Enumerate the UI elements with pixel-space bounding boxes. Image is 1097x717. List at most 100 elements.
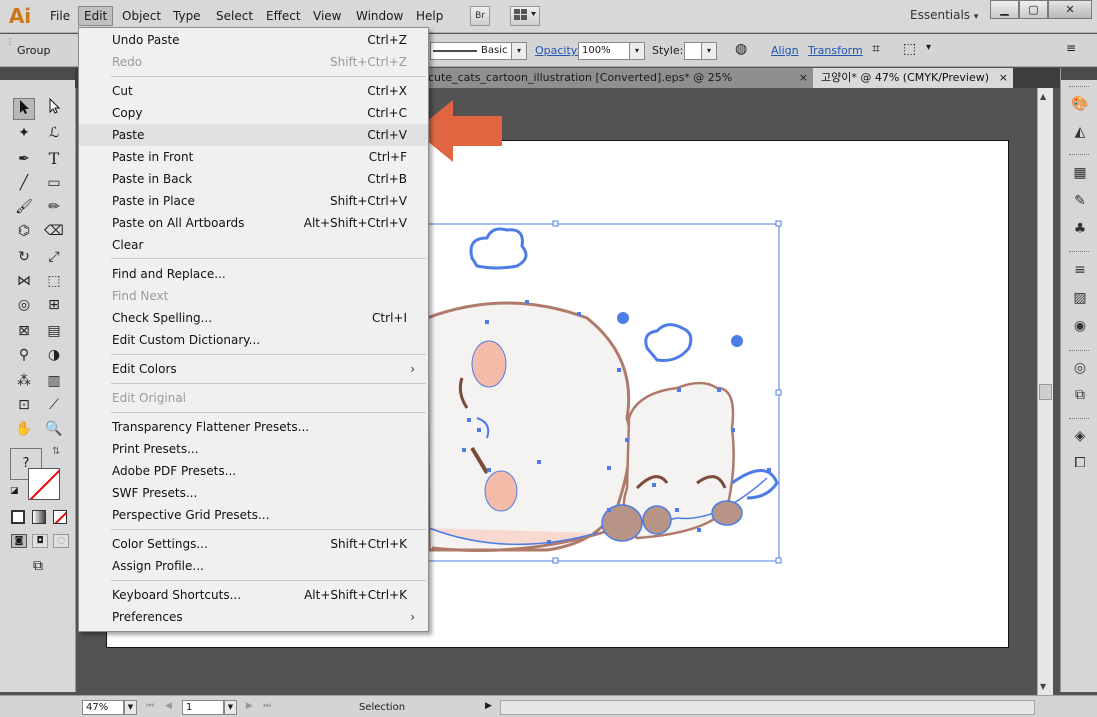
hand-tool-icon[interactable]: ✋ [13,418,35,440]
menu-item-undo-paste[interactable]: Undo Paste Ctrl+Z [79,29,428,51]
menu-effect[interactable]: Effect [261,6,306,26]
transform-link[interactable]: Transform [808,44,863,57]
menu-object[interactable]: Object [117,6,166,26]
lasso-tool-icon[interactable]: ℒ [43,122,65,144]
align-link[interactable]: Align [771,44,799,57]
selection-tool-icon[interactable] [13,98,35,120]
panel-grip[interactable] [1069,418,1089,421]
symbols-icon[interactable]: ♣ [1071,220,1089,238]
menu-item-edit-custom-dictionary[interactable]: Edit Custom Dictionary... [79,329,428,351]
scale-tool-icon[interactable]: ⤢ [43,246,65,268]
minimize-button[interactable]: ▁ [990,0,1019,19]
select-similar-dropdown[interactable]: ▾ [926,42,931,53]
select-similar-icon[interactable]: ⬚ [903,41,916,57]
panel-grip[interactable] [1069,86,1089,89]
width-tool-icon[interactable]: ⋈ [13,270,35,292]
artboard-dropdown[interactable]: ▼ [224,700,237,715]
style-swatch[interactable] [684,42,702,60]
artboards-icon[interactable]: ⧠ [1071,454,1089,472]
first-artboard-icon[interactable]: ⏮ [146,701,154,711]
pen-tool-icon[interactable]: ✒ [13,148,35,170]
menu-item-print-presets[interactable]: Print Presets... [79,438,428,460]
vertical-scrollbar[interactable]: ▲ ▼ [1037,88,1053,695]
draw-behind-icon[interactable]: ◘ [32,534,48,548]
menu-item-check-spelling[interactable]: Check Spelling... Ctrl+I [79,307,428,329]
opacity-link[interactable]: Opacity: [535,44,580,57]
arrange-documents-icon[interactable] [510,6,540,26]
tab-goyangi[interactable]: 고양이* @ 47% (CMYK/Preview) × [813,68,1013,88]
scroll-up-icon[interactable]: ▲ [1040,92,1046,101]
menu-type[interactable]: Type [168,6,206,26]
menu-item-swf-presets[interactable]: SWF Presets... [79,482,428,504]
menu-view[interactable]: View [308,6,346,26]
isolate-icon[interactable]: ⌗ [872,41,880,57]
magic-wand-tool-icon[interactable]: ✦ [13,122,35,144]
eyedropper-tool-icon[interactable]: ⚲ [13,344,35,366]
close-icon[interactable]: × [999,68,1008,88]
menu-item-paste[interactable]: Paste Ctrl+V [79,124,428,146]
default-colors-icon[interactable]: ◪ [10,486,19,496]
paintbrush-tool-icon[interactable]: 🖌 [13,196,35,218]
menu-item-preferences[interactable]: Preferences › [79,606,428,628]
close-icon[interactable]: × [799,68,808,88]
zoom-field[interactable]: 47% [82,700,124,715]
perspective-grid-tool-icon[interactable]: ⊞ [43,294,65,316]
menu-item-clear[interactable]: Clear [79,234,428,256]
rotate-tool-icon[interactable]: ↻ [13,246,35,268]
last-artboard-icon[interactable]: ⏭ [263,701,271,711]
zoom-tool-icon[interactable]: 🔍 [43,418,65,440]
symbol-sprayer-tool-icon[interactable]: ⁂ [13,370,35,392]
menu-item-copy[interactable]: Copy Ctrl+C [79,102,428,124]
opacity-dropdown[interactable]: ▾ [629,42,645,60]
style-dropdown[interactable]: ▾ [701,42,717,60]
panel-menu-icon[interactable]: ≡ [1066,41,1076,55]
menu-item-keyboard-shortcuts[interactable]: Keyboard Shortcuts... Alt+Shift+Ctrl+K [79,584,428,606]
transparency-icon[interactable]: ◉ [1071,317,1089,335]
shape-builder-tool-icon[interactable]: ◎ [13,294,35,316]
column-graph-tool-icon[interactable]: ▥ [43,370,65,392]
rectangle-tool-icon[interactable]: ▭ [43,172,65,194]
workspace-switcher[interactable]: Essentials ▾ [910,8,978,22]
next-artboard-icon[interactable]: ▶ [246,701,253,711]
stroke-swatch[interactable] [28,468,60,500]
slice-tool-icon[interactable]: ⟋ [43,394,65,416]
scroll-thumb[interactable] [1039,384,1052,400]
swatches-icon[interactable]: ▦ [1071,164,1089,182]
stroke-profile-field[interactable]: Basic [430,42,512,60]
menu-window[interactable]: Window [351,6,408,26]
recolor-icon[interactable]: ◍ [735,41,747,57]
menu-item-find-and-replace[interactable]: Find and Replace... [79,263,428,285]
gradient-icon[interactable]: ▨ [1071,289,1089,307]
close-window-button[interactable]: ✕ [1048,0,1092,19]
menu-item-color-settings[interactable]: Color Settings... Shift+Ctrl+K [79,533,428,555]
menu-item-cut[interactable]: Cut Ctrl+X [79,80,428,102]
gradient-mode-icon[interactable] [32,510,46,524]
zoom-dropdown[interactable]: ▼ [124,700,137,715]
color-mode-icon[interactable] [11,510,25,524]
stroke-icon[interactable]: ≡ [1071,261,1089,279]
swap-colors-icon[interactable]: ⇅ [52,446,60,457]
color-guide-icon[interactable]: ◭ [1071,123,1089,141]
brushes-icon[interactable]: ✎ [1071,192,1089,210]
menu-item-paste-in-place[interactable]: Paste in Place Shift+Ctrl+V [79,190,428,212]
menu-item-paste-in-front[interactable]: Paste in Front Ctrl+F [79,146,428,168]
type-tool-icon[interactable]: T [43,148,65,170]
mesh-tool-icon[interactable]: ⊠ [13,320,35,342]
menu-item-adobe-pdf-presets[interactable]: Adobe PDF Presets... [79,460,428,482]
horizontal-scrollbar[interactable] [500,700,1035,715]
gradient-tool-icon[interactable]: ▤ [43,320,65,342]
appearance-icon[interactable]: ◎ [1071,359,1089,377]
eraser-tool-icon[interactable]: ⌫ [43,220,65,242]
menu-item-paste-on-all-artboards[interactable]: Paste on All Artboards Alt+Shift+Ctrl+V [79,212,428,234]
maximize-button[interactable]: ▢ [1019,0,1048,19]
opacity-field[interactable]: 100% [578,42,630,60]
graphic-styles-icon[interactable]: ⧉ [1071,386,1089,404]
none-mode-icon[interactable] [53,510,67,524]
stroke-dropdown[interactable]: ▾ [511,42,527,60]
menu-item-edit-colors[interactable]: Edit Colors › [79,358,428,380]
menu-select[interactable]: Select [211,6,258,26]
blend-tool-icon[interactable]: ◑ [43,344,65,366]
panel-grip[interactable] [1069,350,1089,353]
panel-grip[interactable] [1069,154,1089,157]
layers-icon[interactable]: ◈ [1071,427,1089,445]
